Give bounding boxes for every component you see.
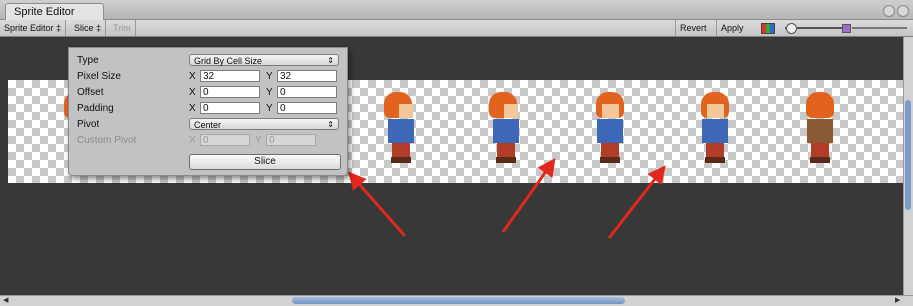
custom-pivot-y-field: 0 (266, 134, 316, 146)
type-dropdown[interactable]: Grid By Cell Size ⇕ (189, 54, 339, 66)
apply-button[interactable]: Apply (716, 20, 748, 36)
revert-button[interactable]: Revert (675, 20, 711, 36)
offset-label: Offset (77, 87, 104, 98)
padding-x-field[interactable]: 0 (200, 102, 260, 114)
slice-button[interactable]: Slice (189, 154, 341, 170)
sprite-frame[interactable] (488, 92, 524, 170)
padding-y-field[interactable]: 0 (277, 102, 337, 114)
y-axis-label: Y (266, 87, 273, 98)
type-value: Grid By Cell Size (194, 56, 263, 66)
trim-button[interactable]: Trim (109, 20, 136, 36)
mip-level-slider[interactable] (852, 27, 907, 29)
scroll-left-icon[interactable]: ◀ (3, 297, 8, 305)
y-axis-label: Y (266, 103, 273, 114)
x-axis-label: X (189, 103, 196, 114)
pixel-size-y-field[interactable]: 32 (277, 70, 337, 82)
y-axis-label: Y (266, 71, 273, 82)
sprite-frame[interactable] (592, 92, 628, 170)
x-axis-label: X (189, 71, 196, 82)
dropdown-arrow-icon: ⇕ (327, 56, 334, 65)
custom-pivot-row: Custom Pivot X 0 Y 0 (69, 133, 347, 149)
y-axis-label: Y (255, 135, 262, 146)
window-menu-icon[interactable] (883, 5, 895, 17)
sprite-frame[interactable] (697, 92, 733, 170)
type-label: Type (77, 55, 99, 66)
x-axis-label: X (189, 135, 196, 146)
offset-y-field[interactable]: 0 (277, 86, 337, 98)
x-axis-label: X (189, 87, 196, 98)
tab-sprite-editor[interactable]: Sprite Editor (5, 3, 104, 21)
zoom-slider-knob[interactable] (786, 23, 797, 34)
type-row: Type Grid By Cell Size ⇕ (69, 53, 347, 69)
slice-panel: Type Grid By Cell Size ⇕ Pixel Size X 32 … (68, 47, 348, 176)
editor-toolbar: Sprite Editor ‡ Slice ‡ Trim Revert Appl… (0, 20, 913, 37)
padding-label: Padding (77, 103, 114, 114)
custom-pivot-x-field: 0 (200, 134, 250, 146)
pixel-size-row: Pixel Size X 32 Y 32 (69, 69, 347, 85)
title-bar: Sprite Editor (0, 0, 913, 21)
pivot-value: Center (194, 120, 222, 130)
pixel-size-label: Pixel Size (77, 71, 121, 82)
color-channel-icon[interactable] (761, 23, 775, 34)
offset-row: Offset X 0 Y 0 (69, 85, 347, 101)
pivot-dropdown[interactable]: Center ⇕ (189, 118, 339, 130)
offset-x-field[interactable]: 0 (200, 86, 260, 98)
custom-pivot-label: Custom Pivot (77, 135, 137, 146)
sprite-frame[interactable] (802, 92, 838, 170)
pixel-size-x-field[interactable]: 32 (200, 70, 260, 82)
window-close-icon[interactable] (897, 5, 909, 17)
padding-row: Padding X 0 Y 0 (69, 101, 347, 117)
sprite-editor-menu[interactable]: Sprite Editor ‡ (0, 20, 67, 36)
horizontal-scrollbar-thumb[interactable] (292, 297, 625, 304)
sprite-frame[interactable] (383, 92, 419, 170)
slice-menu[interactable]: Slice ‡ (70, 20, 107, 36)
vertical-scrollbar-thumb[interactable] (905, 100, 911, 210)
mip-level-icon (842, 24, 851, 33)
scroll-right-icon[interactable]: ▶ (895, 297, 900, 305)
dropdown-arrow-icon: ⇕ (327, 120, 334, 129)
pivot-row: Pivot Center ⇕ (69, 117, 347, 133)
pivot-label: Pivot (77, 119, 100, 130)
